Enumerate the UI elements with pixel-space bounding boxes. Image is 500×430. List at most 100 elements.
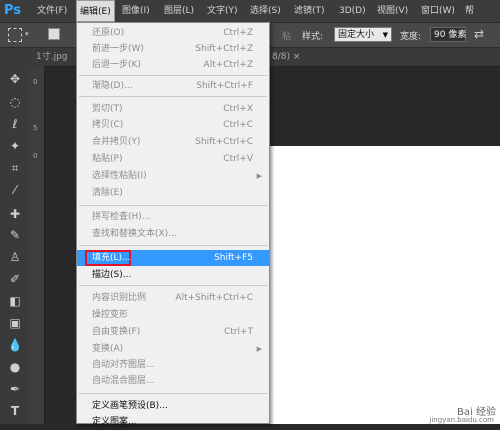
menu-separator — [79, 75, 267, 76]
menu-item-auto-align[interactable]: 自动对齐图层... — [77, 357, 269, 373]
type-tool-icon[interactable]: T — [4, 402, 26, 420]
menu-separator — [79, 205, 267, 206]
menu-item-puppet-warp[interactable]: 操控变形 — [77, 307, 269, 323]
menu-item-shortcut: Alt+Ctrl+Z — [203, 60, 253, 70]
menu-item-find-replace[interactable]: 查找和替换文本(X)... — [77, 226, 269, 242]
edit-menu-dropdown: 还原(O) Ctrl+Z 前进一步(W) Shift+Ctrl+Z 后退一步(K… — [76, 22, 270, 427]
menu-item-cut[interactable]: 剪切(T) Ctrl+X — [77, 101, 269, 117]
menu-item-paste[interactable]: 粘贴(P) Ctrl+V — [77, 151, 269, 167]
menu-item-transform[interactable]: 变换(A) ▶ — [77, 341, 269, 357]
menu-item-label: 填充(L)... — [92, 253, 131, 263]
menu-item-shortcut: Ctrl+T — [223, 327, 253, 337]
menu-item-step-backward[interactable]: 后退一步(K) Alt+Ctrl+Z — [77, 57, 269, 73]
menu-item-label: 后退一步(K) — [92, 60, 141, 70]
menu-item-shortcut: Shift+Ctrl+C — [195, 137, 253, 147]
menu-item-shortcut: Ctrl+X — [223, 104, 253, 114]
submenu-arrow-icon: ▶ — [256, 172, 262, 180]
menu-item-label: 内容识别比例 — [92, 293, 147, 303]
menu-item-label: 还原(O) — [92, 28, 125, 38]
menu-item-stroke[interactable]: 描边(S)... — [77, 267, 269, 283]
menu-item-define-brush[interactable]: 定义画笔预设(B)... — [77, 398, 269, 414]
menu-item-label: 查找和替换文本(X)... — [92, 229, 177, 239]
menu-item-auto-blend[interactable]: 自动混合图层... — [77, 373, 269, 389]
menu-item-label: 自由变换(F) — [92, 327, 141, 337]
menu-item-spell-check[interactable]: 拼写检查(H)... — [77, 209, 269, 225]
pen-tool-icon[interactable]: ✒ — [4, 380, 26, 398]
menu-help[interactable]: 帮 — [462, 0, 477, 22]
menu-separator — [79, 393, 267, 394]
lasso-tool-icon[interactable]: ℓ — [4, 115, 26, 133]
brush-tool-icon[interactable]: ✎ — [4, 226, 26, 244]
menu-item-paste-special[interactable]: 选择性粘贴(I) ▶ — [77, 168, 269, 184]
chevron-down-icon[interactable]: ▾ — [25, 30, 29, 38]
document-tab-close[interactable]: 8/8) × — [272, 48, 300, 66]
history-brush-icon[interactable]: ✐ — [4, 270, 26, 288]
eraser-icon[interactable]: ◧ — [4, 292, 26, 310]
menu-3d[interactable]: 3D(D) — [336, 0, 369, 22]
vertical-ruler: 0 5 0 — [30, 66, 45, 424]
menu-item-label: 合并拷贝(Y) — [92, 137, 141, 147]
width-label: 宽度: — [400, 32, 422, 42]
menu-item-undo[interactable]: 还原(O) Ctrl+Z — [77, 25, 269, 41]
menu-item-label: 选择性粘贴(I) — [92, 171, 147, 181]
menu-item-fade[interactable]: 渐隐(D)... Shift+Ctrl+F — [77, 78, 269, 94]
menu-item-label: 剪切(T) — [92, 104, 123, 114]
menu-edit[interactable]: 编辑(E) — [76, 0, 115, 22]
menu-item-shortcut: Shift+F5 — [214, 253, 253, 263]
menu-window[interactable]: 窗口(W) — [418, 0, 458, 22]
menu-file[interactable]: 文件(F) — [34, 0, 70, 22]
menu-item-label: 前进一步(W) — [92, 44, 144, 54]
style-select[interactable]: 固定大小 ▼ — [334, 27, 392, 42]
width-input[interactable]: 90 像素 — [430, 27, 466, 42]
paint-bucket-icon[interactable]: ▣ — [4, 314, 26, 332]
menu-select[interactable]: 选择(S) — [247, 0, 284, 22]
menu-separator — [79, 245, 267, 246]
chevron-down-icon: ▼ — [382, 31, 388, 39]
document-tab[interactable]: 1寸.jpg — [36, 48, 68, 66]
elliptical-marquee-icon[interactable]: ◌ — [4, 93, 26, 111]
magic-wand-icon[interactable]: ✦ — [4, 137, 26, 155]
menu-item-label: 清除(E) — [92, 188, 123, 198]
ruler-mark: 0 — [33, 152, 38, 160]
menu-item-fill[interactable]: 填充(L)... Shift+F5 — [77, 250, 269, 266]
menu-type[interactable]: 文字(Y) — [204, 0, 241, 22]
menu-item-step-forward[interactable]: 前进一步(W) Shift+Ctrl+Z — [77, 41, 269, 57]
eyedropper-icon[interactable]: ⁄ — [4, 181, 26, 199]
menu-item-shortcut: Ctrl+C — [223, 120, 253, 130]
menu-item-define-pattern[interactable]: 定义图案... — [77, 414, 269, 430]
ruler-mark: 0 — [33, 78, 38, 86]
menu-item-label: 自动混合图层... — [92, 376, 155, 386]
menu-item-content-aware-scale[interactable]: 内容识别比例 Alt+Shift+Ctrl+C — [77, 290, 269, 306]
dodge-tool-icon[interactable]: ● — [4, 358, 26, 376]
menu-item-label: 操控变形 — [92, 310, 129, 320]
menu-item-label: 描边(S)... — [92, 270, 132, 280]
menu-item-label: 粘贴(P) — [92, 154, 123, 164]
menu-item-clear[interactable]: 清除(E) — [77, 185, 269, 201]
menu-separator — [79, 285, 267, 286]
menu-item-copy[interactable]: 拷贝(C) Ctrl+C — [77, 117, 269, 133]
menu-item-label: 渐隐(D)... — [92, 81, 133, 91]
menu-view[interactable]: 视图(V) — [374, 0, 411, 22]
menu-item-label: 拷贝(C) — [92, 120, 124, 130]
new-selection-icon[interactable] — [48, 28, 60, 40]
menu-item-shortcut: Ctrl+Z — [223, 28, 253, 38]
swap-icon[interactable]: ⇄ — [474, 27, 484, 41]
marquee-tool-icon[interactable] — [8, 28, 22, 42]
menu-filter[interactable]: 滤镜(T) — [291, 0, 328, 22]
menu-item-label: 自动对齐图层... — [92, 360, 155, 370]
crop-tool-icon[interactable]: ⌗ — [4, 159, 26, 177]
menu-item-shortcut: Shift+Ctrl+F — [196, 81, 253, 91]
move-tool-icon[interactable]: ✥ — [4, 70, 26, 88]
menu-layer[interactable]: 图层(L) — [161, 0, 197, 22]
menu-item-label: 变换(A) — [92, 344, 124, 354]
menu-image[interactable]: 图像(I) — [119, 0, 153, 22]
menu-bar: Ps 文件(F) 编辑(E) 图像(I) 图层(L) 文字(Y) 选择(S) 滤… — [0, 0, 500, 23]
menu-item-label: 定义图案... — [92, 417, 137, 427]
healing-brush-icon[interactable]: ✚ — [4, 205, 26, 223]
document-canvas[interactable] — [270, 146, 500, 424]
menu-item-copy-merged[interactable]: 合并拷贝(Y) Shift+Ctrl+C — [77, 134, 269, 150]
menu-item-label: 定义画笔预设(B)... — [92, 401, 168, 411]
clone-stamp-icon[interactable]: ♙ — [4, 248, 26, 266]
blur-tool-icon[interactable]: 💧 — [4, 336, 26, 354]
menu-item-free-transform[interactable]: 自由变换(F) Ctrl+T — [77, 324, 269, 340]
